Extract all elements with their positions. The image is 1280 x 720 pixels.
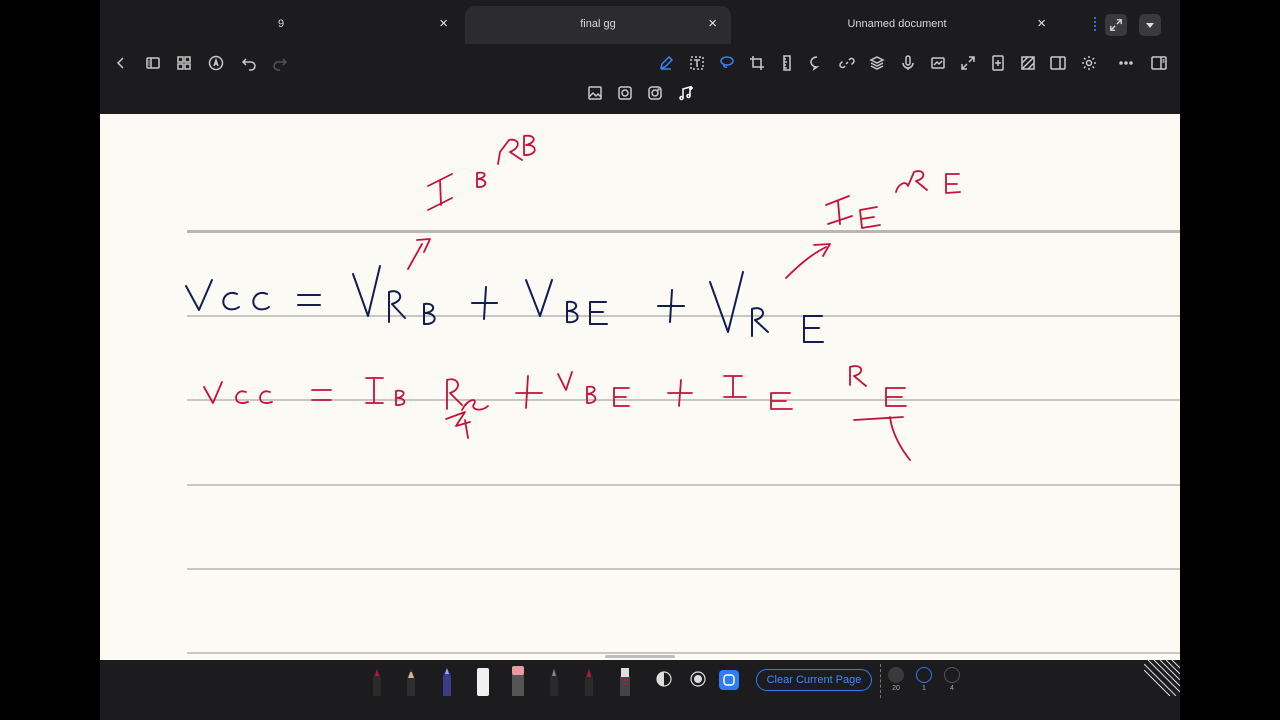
stroke-size-label: 20 [892,685,900,692]
crop-icon[interactable] [747,53,767,73]
stroke-size-label: 1 [922,685,926,692]
more-icon[interactable] [1116,53,1136,73]
lasso-tool-icon[interactable] [617,666,633,696]
brush-tool-icon[interactable] [547,666,561,696]
handwriting-note-ibrb [407,134,536,270]
close-icon[interactable]: × [1037,15,1046,32]
split-view-icon[interactable] [1048,53,1068,73]
stroke-size-label: 4 [950,685,954,692]
clear-current-page-button[interactable]: Clear Current Page [756,669,872,691]
dropdown-icon[interactable] [1139,14,1161,36]
stroke-size-swatch[interactable] [888,667,904,683]
pencil-tool-icon[interactable] [404,666,418,696]
toolbar [100,48,1180,114]
settings-icon[interactable] [1079,53,1099,73]
handwriting-note-iere [785,170,961,279]
tool-tray: Clear Current Page 20 1 4 [100,655,1180,700]
color-toggle-icon[interactable] [656,671,672,687]
tab-unnamed-document[interactable]: Unnamed document × [734,6,1060,44]
image-icon[interactable] [585,83,605,103]
highlighter-tool-icon[interactable] [475,664,491,696]
handwriting-line-2 [203,365,911,461]
pattern-icon[interactable] [1018,53,1038,73]
redo-icon[interactable] [270,53,290,73]
notes-app: 9 × final gg × Unnamed document × Clear … [100,0,1180,720]
pen-icon[interactable] [656,53,676,73]
tab-9[interactable]: 9 × [100,6,462,44]
handwriting-ink [185,134,961,461]
tab-bar: 9 × final gg × Unnamed document × [100,0,1180,48]
text-icon[interactable] [687,53,707,73]
pen-tool-icon[interactable] [440,666,454,696]
audio-icon[interactable] [676,83,696,103]
add-page-icon[interactable] [988,53,1008,73]
scan-icon[interactable] [928,53,948,73]
note-canvas[interactable] [100,114,1180,660]
eraser-tool-icon[interactable] [510,664,526,696]
mic-icon[interactable] [898,53,918,73]
undo-icon[interactable] [239,53,259,73]
sticker-icon[interactable] [615,83,635,103]
divider [880,664,881,698]
fullscreen-icon[interactable] [1105,14,1127,36]
shape-toggle-icon[interactable] [690,671,706,687]
selection-toggle-icon[interactable] [718,669,740,691]
ruler-icon[interactable] [777,53,797,73]
camera-icon[interactable] [645,83,665,103]
grid-icon[interactable] [174,53,194,73]
tab-label: Unnamed document [847,18,947,30]
fountain-pen-tool-icon[interactable] [582,666,596,696]
pen-circle-icon[interactable] [206,53,226,73]
tab-final-gg[interactable]: final gg × [465,6,731,44]
resize-handle-icon[interactable] [1144,660,1180,696]
layers-icon[interactable] [867,53,887,73]
tab-label: final gg [580,18,616,30]
scrollbar[interactable] [605,655,675,658]
tab-label: 9 [277,18,285,30]
divider [1094,17,1098,31]
link-icon[interactable] [837,53,857,73]
marker-tool-icon[interactable] [370,666,384,696]
back-icon[interactable] [111,53,131,73]
close-icon[interactable]: × [708,15,717,32]
panel-icon[interactable] [1149,53,1169,73]
sidebar-icon[interactable] [143,53,163,73]
close-icon[interactable]: × [439,15,448,32]
lasso-icon[interactable] [717,53,737,73]
expand-icon[interactable] [958,53,978,73]
stroke-size-swatch[interactable] [944,667,960,683]
bottom-strip [100,700,1180,720]
stroke-size-swatch-selected[interactable] [916,667,932,683]
handwriting-line-1 [185,265,824,343]
comment-icon[interactable] [807,53,827,73]
